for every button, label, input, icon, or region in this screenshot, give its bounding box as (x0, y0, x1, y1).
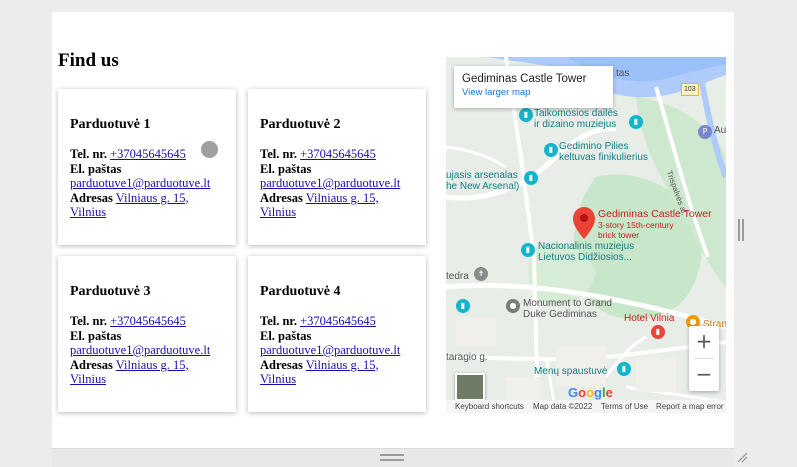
embedded-map[interactable]: tas 103 ▮ Taikomosios dailės ir dizaino … (446, 57, 726, 413)
resize-corner-icon[interactable] (734, 449, 748, 463)
map-label[interactable]: ir dizaino muziejus (534, 119, 616, 130)
vertical-resize-grip[interactable] (738, 219, 744, 241)
map-label[interactable]: Taikomosios dailės (534, 108, 618, 119)
phone-link[interactable]: +37045645645 (110, 314, 186, 328)
email-link[interactable]: parduotuve1@parduotuve.lt (70, 176, 210, 190)
map-label[interactable]: Lietuvos Didžiosios... (538, 252, 632, 263)
arsenal-pin-icon[interactable]: ▮ (524, 171, 538, 185)
email-label: El. paštas (260, 328, 312, 343)
phone-label: Tel. nr. (70, 314, 107, 328)
email-label: El. paštas (70, 161, 122, 176)
phone-label: Tel. nr. (70, 147, 107, 161)
museum-pin-icon[interactable]: ▮ (629, 115, 643, 129)
poi-pin-icon[interactable]: ▮ (456, 299, 470, 313)
street-label: taragio g. (446, 352, 488, 363)
phone-label: Tel. nr. (260, 147, 297, 161)
map-label: tas (616, 68, 630, 79)
address-label: Adresas (260, 357, 303, 372)
hotel-pin-icon[interactable]: ▮ (651, 325, 665, 339)
address-city-link[interactable]: Vilnius (70, 372, 106, 386)
map-label[interactable]: Hotel Vilnia (624, 313, 674, 324)
national-museum-pin-icon[interactable]: ▮ (521, 243, 535, 257)
map-info-box: Gediminas Castle Tower View larger map (454, 66, 613, 108)
phone-link[interactable]: +37045645645 (300, 147, 376, 161)
address-city-link[interactable]: Vilnius (260, 205, 296, 219)
castle-sublabel: brick tower (598, 230, 640, 240)
place-title: Gediminas Castle Tower (462, 73, 587, 85)
address-link[interactable]: Vilniaus g. 15, (116, 358, 189, 372)
view-larger-map-link[interactable]: View larger map (462, 86, 605, 100)
map-label: Au (714, 125, 726, 136)
map-label[interactable]: ujasis arsenalas (446, 170, 518, 181)
map-footer: Keyboard shortcuts Map data ©2022 Terms … (446, 400, 726, 413)
email-link[interactable]: parduotuve1@parduotuve.lt (260, 343, 400, 357)
satellite-toggle-thumbnail[interactable] (455, 373, 485, 401)
map-label[interactable]: he New Arsenal) (446, 181, 519, 192)
store-card-3: Parduotuvė 3 Tel. nr. +37045645645 El. p… (58, 256, 236, 412)
store-name: Parduotuvė 2 (260, 117, 341, 132)
store-card-4: Parduotuvė 4 Tel. nr. +37045645645 El. p… (248, 256, 426, 412)
map-label[interactable]: Duke Gediminas (523, 309, 597, 320)
map-data-label: Map data ©2022 (533, 402, 593, 411)
address-city-link[interactable]: Vilnius (260, 372, 296, 386)
address-link[interactable]: Vilniaus g. 15, (306, 191, 379, 205)
store-name: Parduotuvė 3 (70, 284, 151, 299)
funicular-pin-icon[interactable]: ▮ (544, 143, 558, 157)
google-logo: Google (568, 385, 613, 400)
address-label: Adresas (70, 357, 113, 372)
map-label[interactable]: Menų spaustuvė (534, 366, 607, 377)
address-label: Adresas (70, 190, 113, 205)
email-link[interactable]: parduotuve1@parduotuve.lt (70, 343, 210, 357)
phone-label: Tel. nr. (260, 314, 297, 328)
store-card-1: Parduotuvė 1 Tel. nr. +37045645645 El. p… (58, 89, 236, 245)
map-pin-icon[interactable]: ▮ (519, 108, 533, 122)
zoom-out-button[interactable]: − (689, 359, 719, 391)
map-label[interactable]: Nacionalinis muziejus (538, 241, 634, 252)
map-label[interactable]: keltuvas finikulierius (559, 152, 648, 163)
terms-of-use-link[interactable]: Terms of Use (601, 400, 648, 413)
church-pin-icon[interactable]: ✝ (474, 267, 488, 281)
store-name: Parduotuvė 4 (260, 284, 341, 299)
phone-link[interactable]: +37045645645 (110, 147, 186, 161)
email-label: El. paštas (260, 161, 312, 176)
map-label[interactable]: Monument to Grand (523, 298, 612, 309)
theatre-pin-icon[interactable]: ▮ (617, 362, 631, 376)
horizontal-resize-grip[interactable] (380, 454, 404, 461)
store-card-2: Parduotuvė 2 Tel. nr. +37045645645 El. p… (248, 89, 426, 245)
store-name: Parduotuvė 1 (70, 117, 151, 132)
email-label: El. paštas (70, 328, 122, 343)
email-link[interactable]: parduotuve1@parduotuve.lt (260, 176, 400, 190)
castle-label[interactable]: Gediminas Castle Tower (598, 209, 712, 220)
report-map-error-link[interactable]: Report a map error (656, 400, 724, 413)
zoom-in-button[interactable]: + (689, 326, 719, 358)
address-city-link[interactable]: Vilnius (70, 205, 106, 219)
address-link[interactable]: Vilniaus g. 15, (306, 358, 379, 372)
phone-link[interactable]: +37045645645 (300, 314, 376, 328)
cursor-indicator (201, 141, 218, 158)
address-link[interactable]: Vilniaus g. 15, (116, 191, 189, 205)
monument-pin-icon[interactable]: ● (506, 299, 520, 313)
keyboard-shortcuts-link[interactable]: Keyboard shortcuts (455, 400, 524, 413)
find-us-heading: Find us (58, 50, 119, 71)
zoom-controls: + − (689, 326, 719, 391)
map-label: tedra (446, 271, 469, 282)
address-label: Adresas (260, 190, 303, 205)
map-label[interactable]: Gedimino Pilies (559, 141, 628, 152)
route-shield: 103 (681, 83, 699, 96)
parking-pin-icon[interactable]: P (698, 125, 712, 139)
